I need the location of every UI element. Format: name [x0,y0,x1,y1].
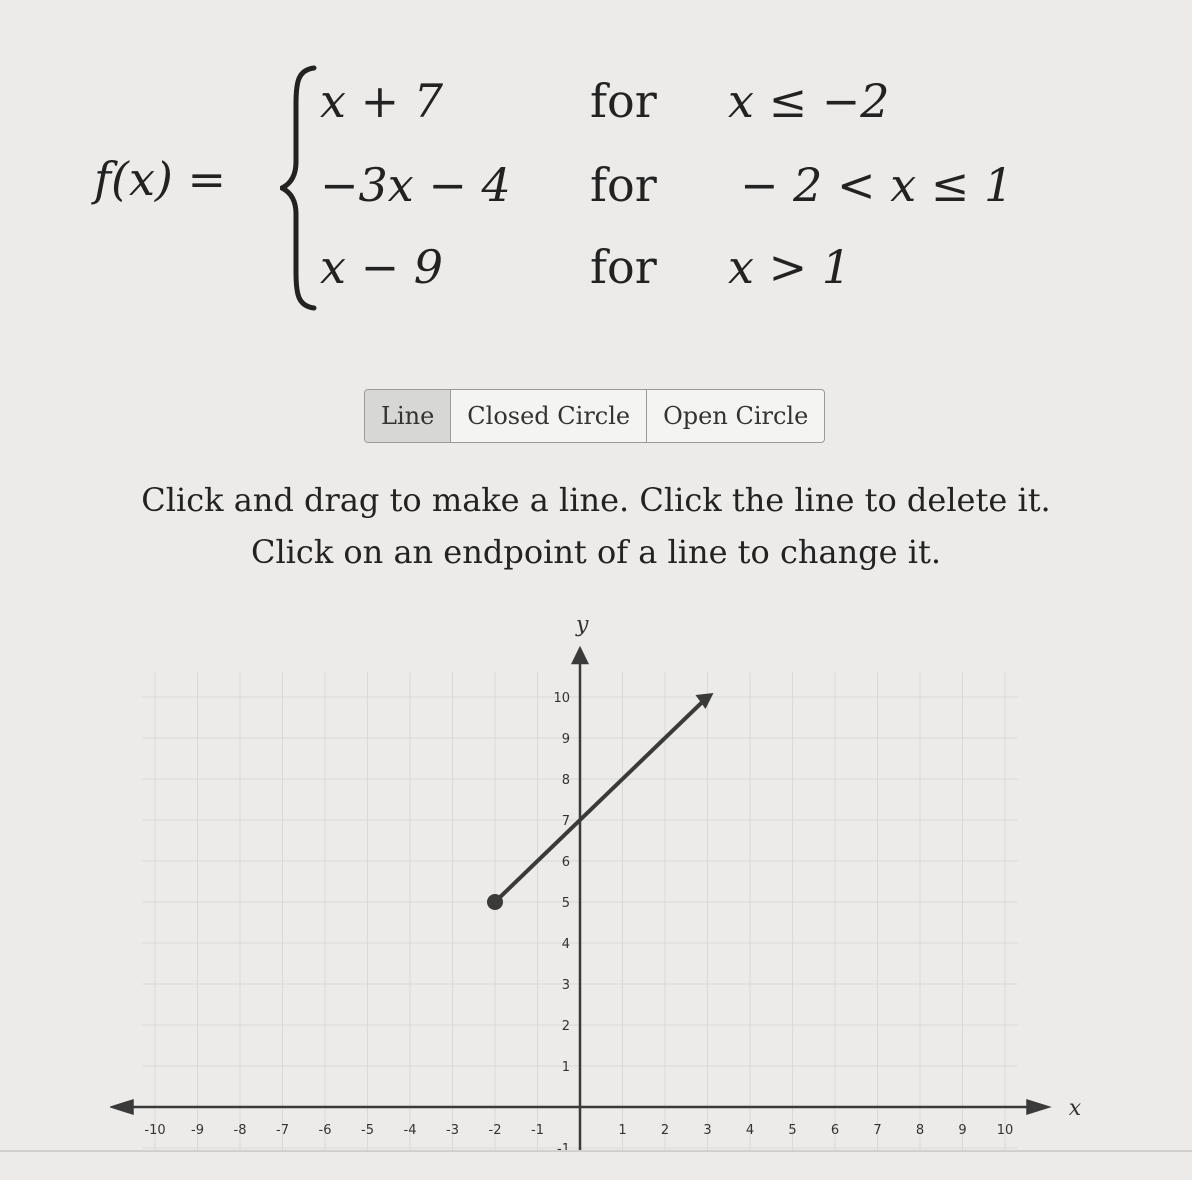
x-tick-label: -5 [361,1123,374,1138]
instruction-line-1: Click and drag to make a line. Click the… [141,481,1051,519]
y-axis-arrow-icon [571,645,589,665]
x-tick-label: 2 [661,1123,669,1138]
y-tick-label: 5 [562,896,570,911]
page-divider [0,1150,1192,1152]
x-tick-label: 8 [916,1123,924,1138]
x-tick-label: 5 [788,1123,796,1138]
y-axis-label: y [575,612,589,637]
line-endpoint-start[interactable] [487,894,503,910]
x-tick-label: -10 [144,1123,165,1138]
x-axis-right-arrow-icon [1026,1099,1052,1115]
y-tick-label: 10 [553,691,570,706]
case-expression: x + 7 [320,74,443,128]
x-tick-label: -2 [489,1123,502,1138]
x-tick-label: -4 [404,1123,417,1138]
y-tick-label: 1 [562,1060,570,1075]
x-tick-label: 1 [618,1123,626,1138]
x-tick-label: -1 [531,1123,544,1138]
drawing-tool-selector: Line Closed Circle Open Circle [364,389,826,443]
x-tick-label: 9 [958,1123,966,1138]
y-tick-label: 6 [562,855,570,870]
x-tick-label: -9 [191,1123,204,1138]
x-tick-label: -7 [276,1123,289,1138]
case-for: for [590,74,657,128]
x-tick-label: 7 [873,1123,881,1138]
case-expression: −3x − 4 [320,158,511,212]
x-axis-label: x [1069,1096,1082,1121]
case-condition: − 2 < x ≤ 1 [740,158,1014,212]
x-tick-label: 6 [831,1123,839,1138]
line-tool-button[interactable]: Line [365,390,452,442]
case-condition: x > 1 [728,240,851,294]
x-tick-label: -3 [446,1123,459,1138]
function-label: f(x) = [94,152,227,206]
x-axis-left-arrow-icon [110,1099,134,1115]
y-tick-label: 8 [562,773,570,788]
drawn-line-segment[interactable] [493,695,710,904]
open-circle-tool-button[interactable]: Open Circle [647,390,824,442]
x-tick-label: 3 [703,1123,711,1138]
piecewise-formula: f(x) = x + 7 for x ≤ −2 −3x − 4 for − 2 … [90,65,1070,320]
y-tick-label: -1 [557,1142,570,1150]
closed-circle-tool-button[interactable]: Closed Circle [451,390,648,442]
instructions: Click and drag to make a line. Click the… [96,474,1096,578]
x-tick-label: -8 [234,1123,247,1138]
y-tick-label: 3 [562,978,570,993]
y-tick-label: 9 [562,732,570,747]
graph-canvas[interactable]: x y -10 -9 -8 -7 -6 -5 -4 -3 -2 -1 1 2 3 4 5 6 7 8 9 10 10 9 8 7 6… [110,600,1090,1150]
y-tick-label: 2 [562,1019,570,1034]
x-tick-label: -6 [319,1123,332,1138]
case-for: for [590,240,657,294]
x-tick-label: 10 [997,1123,1014,1138]
case-for: for [590,158,657,212]
instruction-line-2: Click on an endpoint of a line to change… [250,533,942,571]
left-brace-icon [280,65,317,311]
x-tick-label: 4 [746,1123,754,1138]
case-expression: x − 9 [320,240,443,294]
y-tick-label: 7 [562,814,570,829]
case-condition: x ≤ −2 [728,74,890,128]
y-tick-label: 4 [562,937,570,952]
